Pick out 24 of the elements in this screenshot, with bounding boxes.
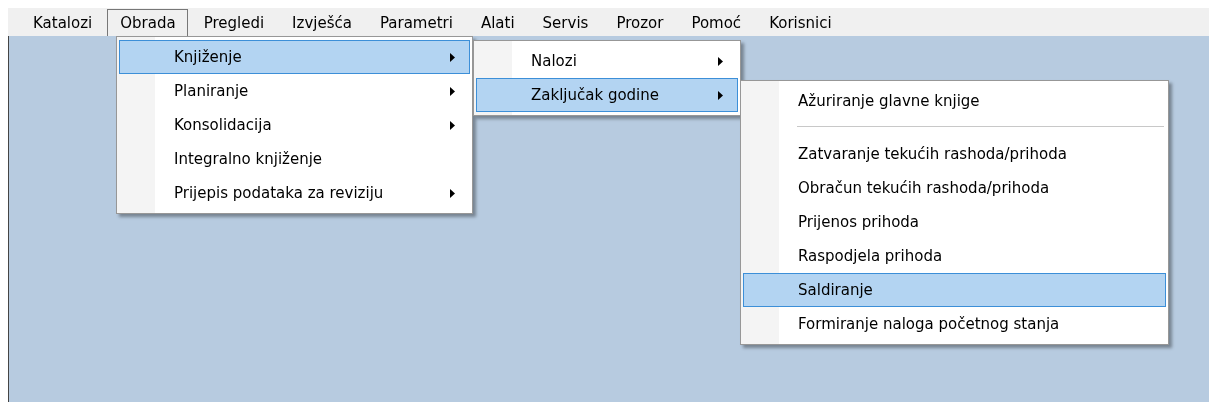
menu-bar-item[interactable]: Korisnici bbox=[756, 8, 844, 38]
menu-bar-item[interactable]: Pregledi bbox=[190, 8, 277, 38]
menu-item[interactable]: Prijenos prihoda bbox=[743, 205, 1166, 239]
menu-item[interactable]: Zatvaranje tekućih rashoda/prihoda bbox=[743, 137, 1166, 171]
menu-item[interactable]: Konsolidacija bbox=[119, 108, 470, 142]
menu-bar-item[interactable]: Izvješća bbox=[279, 8, 364, 38]
menu-bar-item[interactable]: Katalozi bbox=[20, 8, 105, 38]
menu-bar-item[interactable]: Obrada bbox=[107, 8, 188, 38]
menu-item[interactable]: Planiranje bbox=[119, 74, 470, 108]
menu-item[interactable]: Obračun tekućih rashoda/prihoda bbox=[743, 171, 1166, 205]
menu-item[interactable]: Zaključak godine bbox=[476, 78, 738, 112]
menu-bar-item[interactable]: Parametri bbox=[366, 8, 465, 38]
menu-item[interactable]: Ažuriranje glavne knjige bbox=[743, 84, 1166, 118]
menu-bar-item[interactable]: Pomoć bbox=[678, 8, 754, 38]
menu-bar-item[interactable]: Prozor bbox=[603, 8, 676, 38]
menu-bar-item[interactable]: Servis bbox=[529, 8, 601, 38]
menu-item[interactable]: Formiranje naloga početnog stanja bbox=[743, 307, 1166, 341]
menu-item[interactable]: Integralno knjiženje bbox=[119, 142, 470, 176]
menu-bar-item[interactable]: Alati bbox=[467, 8, 527, 38]
menu-item[interactable]: Prijepis podataka za reviziju bbox=[119, 176, 470, 210]
menu-item[interactable]: Knjiženje bbox=[119, 40, 470, 74]
menu-item[interactable]: Raspodjela prihoda bbox=[743, 239, 1166, 273]
menu-item[interactable]: Saldiranje bbox=[743, 273, 1166, 307]
menu-item[interactable]: Nalozi bbox=[476, 44, 738, 78]
